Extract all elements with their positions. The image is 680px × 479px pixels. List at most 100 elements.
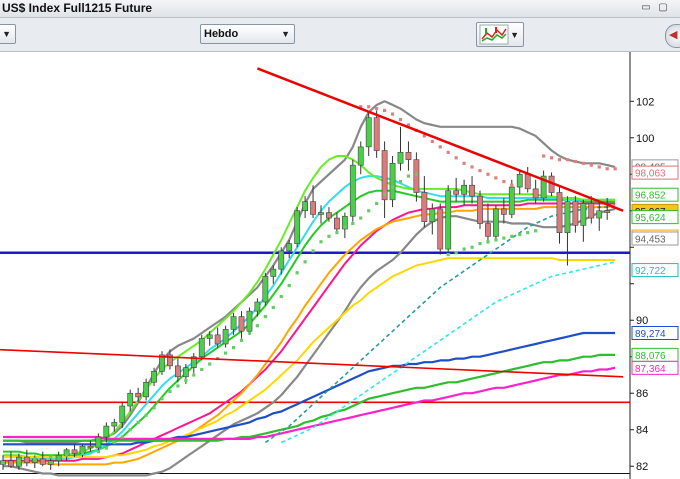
price-chart[interactable]: 828486889010010298,40598,06396,85295,967… [0, 52, 680, 479]
indicator-menu-button[interactable]: ▼ [476, 22, 524, 47]
candle-body [262, 276, 269, 303]
price-label-text: 87,364 [635, 364, 666, 375]
parabolic-sar-dot [208, 362, 212, 366]
price-label-text: 95,624 [635, 213, 666, 224]
parabolic-sar-dot [96, 450, 100, 454]
price-label-text: 98,063 [635, 169, 666, 180]
parabolic-sar-dot [454, 251, 458, 255]
minimize-icon[interactable]: ▭ [640, 2, 652, 14]
candle-body [429, 208, 436, 223]
parabolic-sar-dot [613, 167, 617, 171]
parabolic-sar-dot [152, 406, 156, 410]
parabolic-sar-dot [184, 378, 188, 383]
candle-body [318, 212, 324, 215]
period-select[interactable]: Hebdo ▼ [200, 24, 295, 44]
parabolic-sar-dot [383, 108, 387, 112]
parabolic-sar-dot [534, 229, 538, 233]
parabolic-sar-dot [557, 158, 562, 162]
candle-body [230, 316, 237, 330]
candle-body [588, 203, 595, 219]
parabolic-sar-dot [279, 294, 283, 299]
parabolic-sar-dot [549, 156, 554, 160]
parabolic-sar-dot [303, 260, 307, 264]
parabolic-sar-dot [319, 240, 323, 244]
parabolic-sar-dot [605, 167, 609, 171]
parabolic-sar-dot [295, 271, 299, 275]
parabolic-sar-dot [542, 154, 546, 158]
candle-body [8, 460, 14, 467]
parabolic-sar-dot [128, 428, 132, 432]
y-tick-label: 100 [636, 133, 654, 145]
candle-body [349, 164, 356, 217]
candle-body [246, 310, 253, 332]
candle-body [532, 188, 539, 199]
parabolic-sar-dot [502, 236, 506, 240]
candle-body [39, 458, 46, 465]
candle-body [333, 217, 340, 230]
chart-toolbar: ▼ Hebdo ▼ ▼ ◀ [0, 18, 680, 52]
candle-body [206, 334, 213, 339]
parabolic-sar-dot [168, 389, 172, 394]
candle-body [373, 117, 380, 151]
price-label-text: 96,852 [635, 191, 666, 202]
candlestick [477, 190, 483, 230]
candlestick [198, 334, 205, 361]
candle-body [453, 190, 460, 195]
parabolic-sar-dot [104, 446, 108, 450]
y-tick-label: 82 [636, 461, 648, 473]
parabolic-sar-dot [367, 209, 371, 213]
candle-body [604, 210, 611, 213]
parabolic-sar-dot [136, 420, 140, 425]
candle-body [492, 208, 499, 237]
candle-body [55, 454, 62, 462]
parabolic-sar-dot [526, 231, 530, 235]
parabolic-sar-dot [470, 165, 474, 169]
parabolic-sar-dot [160, 397, 164, 401]
parabolic-sar-dot [359, 216, 363, 220]
restore-icon[interactable]: ▢ [657, 2, 669, 14]
parabolic-sar-dot [176, 384, 180, 388]
left-dropdown[interactable]: ▼ [0, 24, 16, 44]
parabolic-sar-dot [510, 183, 514, 187]
parabolic-sar-dot [406, 174, 411, 178]
candlestick [492, 205, 499, 240]
candle-body [381, 150, 388, 201]
candle-body [437, 208, 444, 250]
candle-body [461, 184, 467, 195]
candle-body [365, 117, 372, 148]
chevron-down-icon: ▼ [2, 29, 11, 39]
parabolic-sar-dot [255, 324, 259, 328]
candlestick [349, 159, 356, 222]
parabolic-sar-dot [470, 245, 474, 249]
candle-body [556, 192, 563, 233]
period-select-value: Hebdo [204, 28, 239, 40]
y-tick-label: 86 [636, 388, 648, 400]
parabolic-sar-dot [17, 459, 21, 463]
parabolic-sar-dot [311, 249, 315, 253]
candlestick [262, 272, 269, 306]
nav-circle-button[interactable]: ◀ [665, 24, 680, 48]
candle-body [286, 243, 293, 252]
parabolic-sar-dot [510, 234, 514, 238]
parabolic-sar-dot [80, 451, 85, 456]
parabolic-sar-dot [65, 453, 69, 457]
parabolic-sar-dot [486, 240, 490, 244]
parabolic-sar-dot [454, 156, 458, 160]
parabolic-sar-dot [597, 165, 601, 169]
candlestick [159, 351, 165, 375]
parabolic-sar-dot [49, 455, 53, 459]
plot-background [0, 52, 630, 479]
price-label: 89,274 [631, 325, 679, 340]
parabolic-sar-dot [367, 105, 371, 109]
candle-body [477, 195, 483, 224]
candlestick [246, 307, 253, 335]
title-bar: US$ Index Full1215 Future ▭ ▢ [0, 0, 680, 18]
plot-area [0, 52, 630, 479]
candle-body [596, 210, 603, 219]
candle-body [182, 367, 189, 378]
parabolic-sar-dot [518, 232, 522, 237]
candle-body [389, 163, 396, 201]
parabolic-sar-dot [589, 163, 593, 167]
parabolic-sar-dot [438, 145, 442, 149]
parabolic-sar-dot [112, 440, 116, 445]
